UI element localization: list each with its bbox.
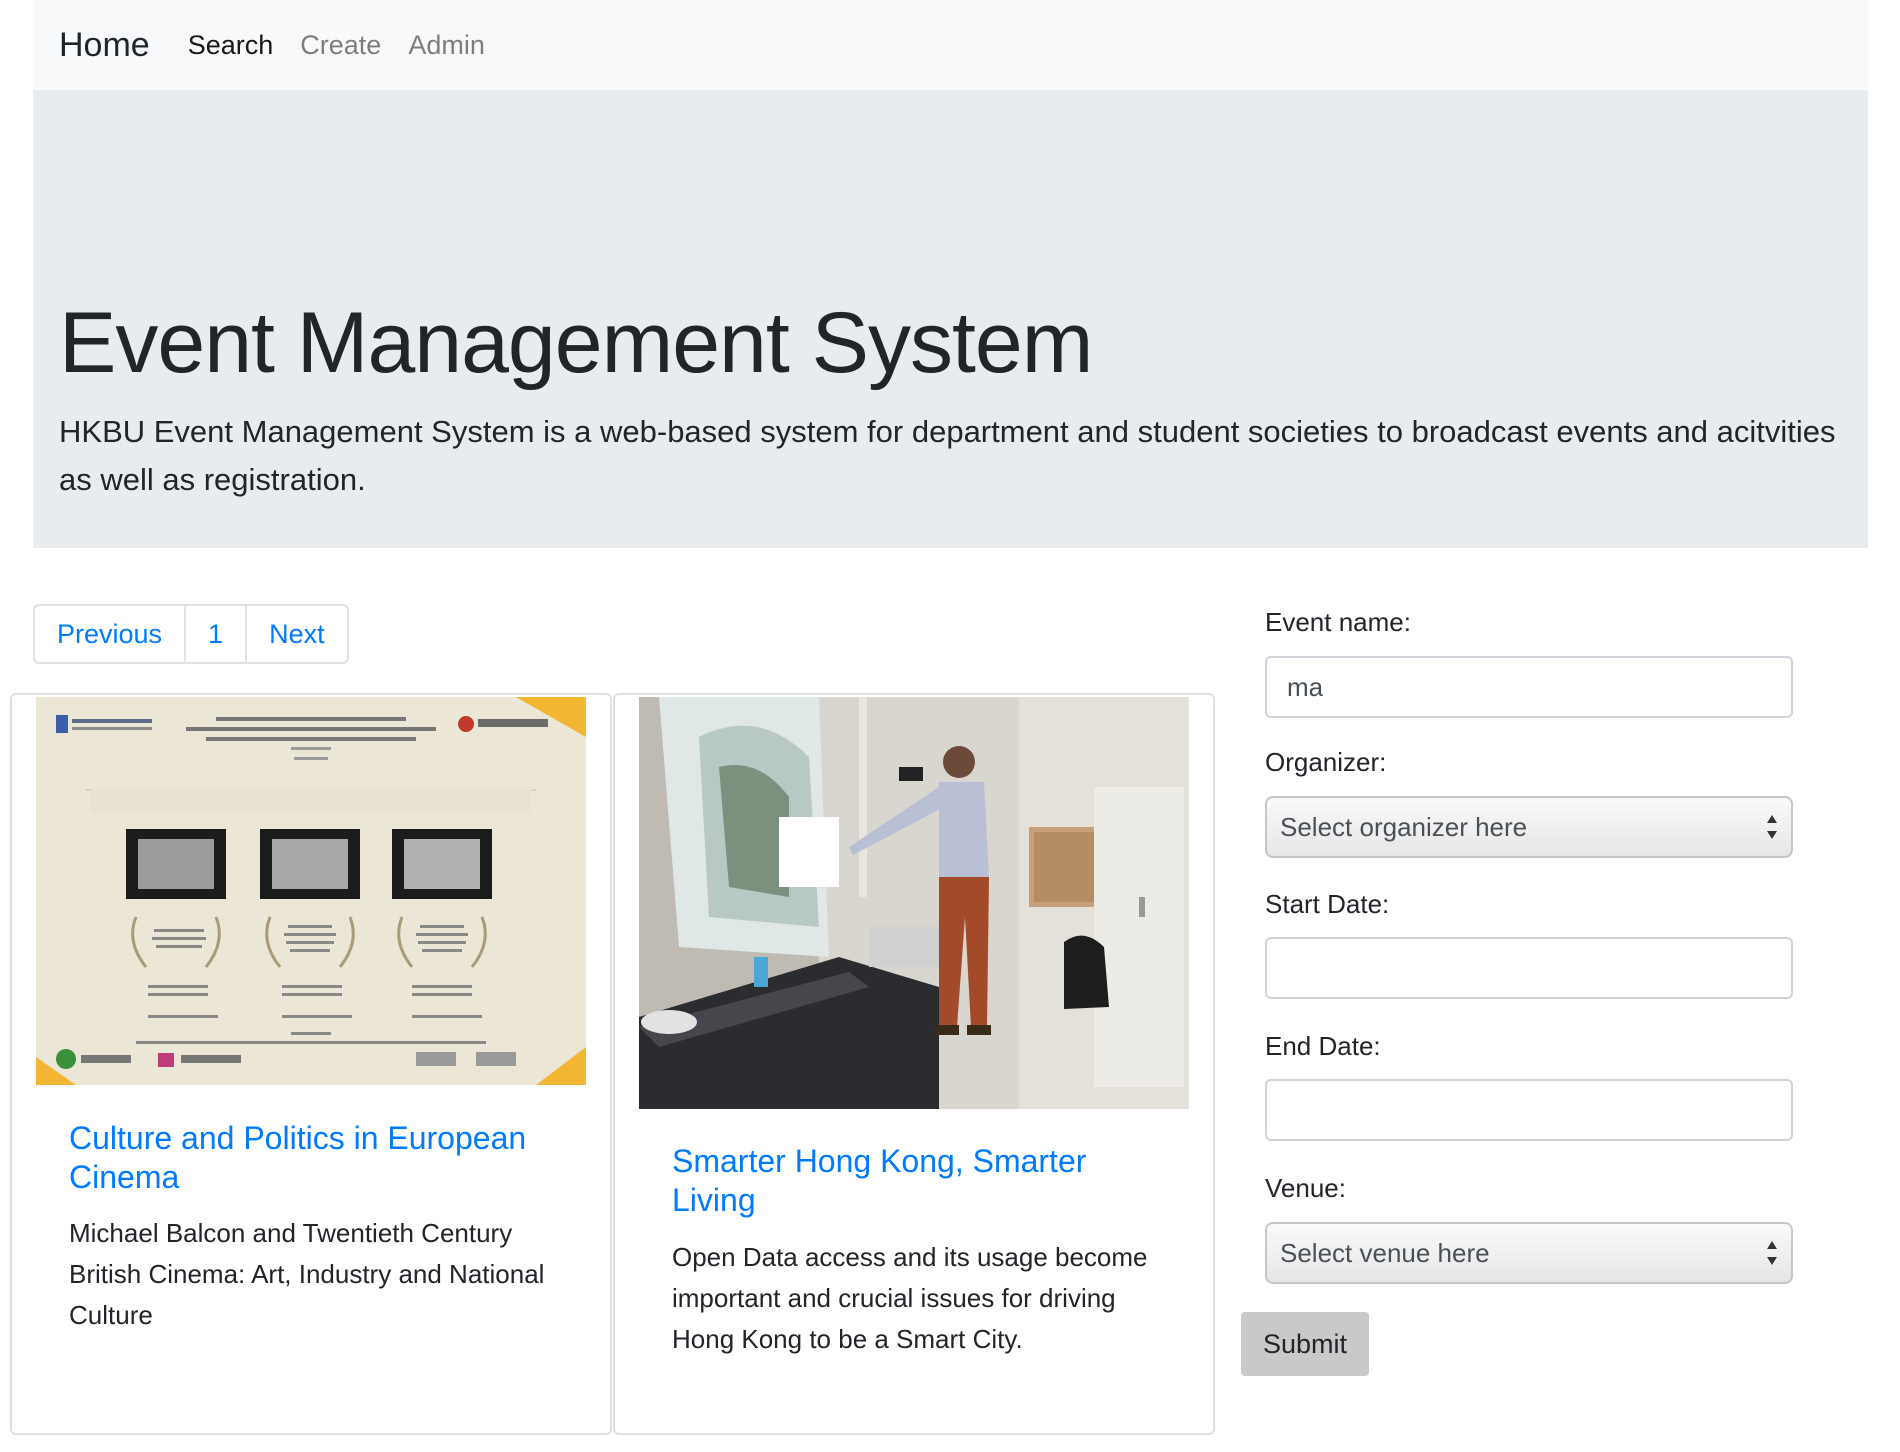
event-card-title[interactable]: Smarter Hong Kong, Smarter Living [672, 1142, 1172, 1220]
nav-link-admin[interactable]: Admin [408, 30, 485, 61]
end-date-label: End Date: [1265, 1031, 1381, 1061]
select-arrows-icon [1767, 815, 1777, 839]
event-name-label: Event name: [1265, 607, 1411, 637]
select-arrows-icon [1767, 1241, 1777, 1265]
poster-heading-block [91, 789, 531, 813]
page-title: Event Management System [59, 295, 1093, 391]
event-name-input[interactable] [1265, 656, 1793, 718]
venue-select-value: Select venue here [1280, 1237, 1490, 1268]
jumbotron: Event Management System HKBU Event Manag… [33, 90, 1868, 548]
event-poster-image [36, 697, 586, 1085]
pagination: Previous 1 Next [33, 604, 349, 664]
event-card: Culture and Politics in European Cinema … [10, 693, 612, 1435]
submit-button[interactable]: Submit [1241, 1312, 1369, 1376]
start-date-input[interactable] [1265, 937, 1793, 999]
pagination-page-1[interactable]: 1 [186, 606, 248, 662]
event-card-description: Michael Balcon and Twentieth Century Bri… [69, 1218, 545, 1330]
end-date-input[interactable] [1265, 1079, 1793, 1141]
venue-label: Venue: [1265, 1173, 1346, 1203]
venue-select[interactable]: Select venue here [1265, 1222, 1793, 1284]
organizer-select-value: Select organizer here [1280, 811, 1528, 842]
event-card-title[interactable]: Culture and Politics in European Cinema [69, 1119, 569, 1197]
pagination-previous[interactable]: Previous [35, 606, 187, 662]
organizer-label: Organizer: [1265, 747, 1387, 777]
pagination-next[interactable]: Next [247, 606, 347, 662]
navbar-brand-home[interactable]: Home [59, 26, 150, 65]
event-card-description: Open Data access and its usage become im… [672, 1242, 1148, 1354]
page-lead: HKBU Event Management System is a web-ba… [59, 414, 1836, 497]
navbar: Home Search Create Admin [33, 0, 1868, 90]
nav-link-create[interactable]: Create [300, 30, 381, 61]
start-date-label: Start Date: [1265, 889, 1390, 919]
organizer-select[interactable]: Select organizer here [1265, 796, 1793, 858]
event-photo-image [639, 697, 1189, 1109]
event-card: Smarter Hong Kong, Smarter Living Open D… [613, 693, 1215, 1435]
nav-link-search[interactable]: Search [188, 30, 274, 61]
